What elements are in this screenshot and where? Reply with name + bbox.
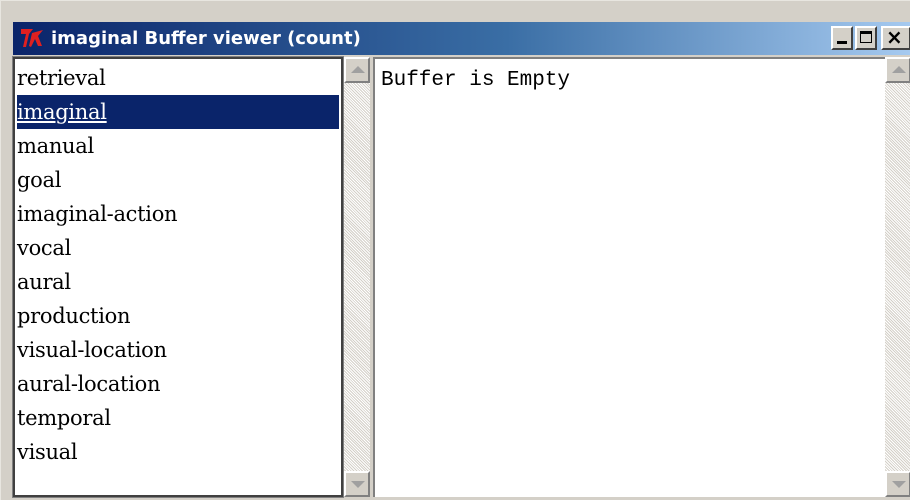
list-item-visual[interactable]: visual	[17, 435, 339, 469]
list-item-aural-location[interactable]: aural-location	[17, 367, 339, 401]
tk-feather-icon	[21, 29, 43, 47]
content-scroll-up-button[interactable]	[885, 57, 910, 83]
content-scrollbar[interactable]	[885, 57, 910, 497]
arrow-down-icon	[351, 481, 365, 488]
list-item-goal[interactable]: goal	[17, 163, 339, 197]
window-title: imaginal Buffer viewer (count)	[51, 28, 361, 49]
arrow-down-icon	[892, 481, 906, 488]
list-scroll-up-button[interactable]	[344, 57, 370, 83]
title-bar[interactable]: imaginal Buffer viewer (count) ×	[13, 22, 910, 55]
maximize-button[interactable]	[855, 26, 877, 50]
buffer-content-pane[interactable]: Buffer is Empty	[373, 57, 885, 497]
minimize-icon	[837, 41, 847, 44]
list-item-temporal[interactable]: temporal	[17, 401, 339, 435]
content-scroll-down-button[interactable]	[885, 471, 910, 497]
list-item-retrieval[interactable]: retrieval	[17, 61, 339, 95]
maximize-icon	[860, 31, 872, 43]
list-scrollbar[interactable]	[344, 57, 370, 497]
list-item-manual[interactable]: manual	[17, 129, 339, 163]
close-button[interactable]: ×	[881, 26, 910, 50]
list-item-vocal[interactable]: vocal	[17, 231, 339, 265]
arrow-up-icon	[892, 66, 906, 73]
list-item-imaginal-action[interactable]: imaginal-action	[17, 197, 339, 231]
list-scroll-down-button[interactable]	[344, 471, 370, 497]
list-item-aural[interactable]: aural	[17, 265, 339, 299]
minimize-button[interactable]	[831, 26, 853, 50]
arrow-up-icon	[351, 66, 365, 73]
close-icon: ×	[886, 25, 903, 49]
list-item-imaginal[interactable]: imaginal	[17, 95, 339, 129]
buffer-listbox[interactable]: retrieval imaginal manual goal imaginal-…	[12, 56, 344, 498]
list-item-visual-location[interactable]: visual-location	[17, 333, 339, 367]
buffer-content-text: Buffer is Empty	[381, 69, 571, 92]
buffer-viewer-window: imaginal Buffer viewer (count) × retriev…	[0, 0, 910, 500]
list-item-production[interactable]: production	[17, 299, 339, 333]
